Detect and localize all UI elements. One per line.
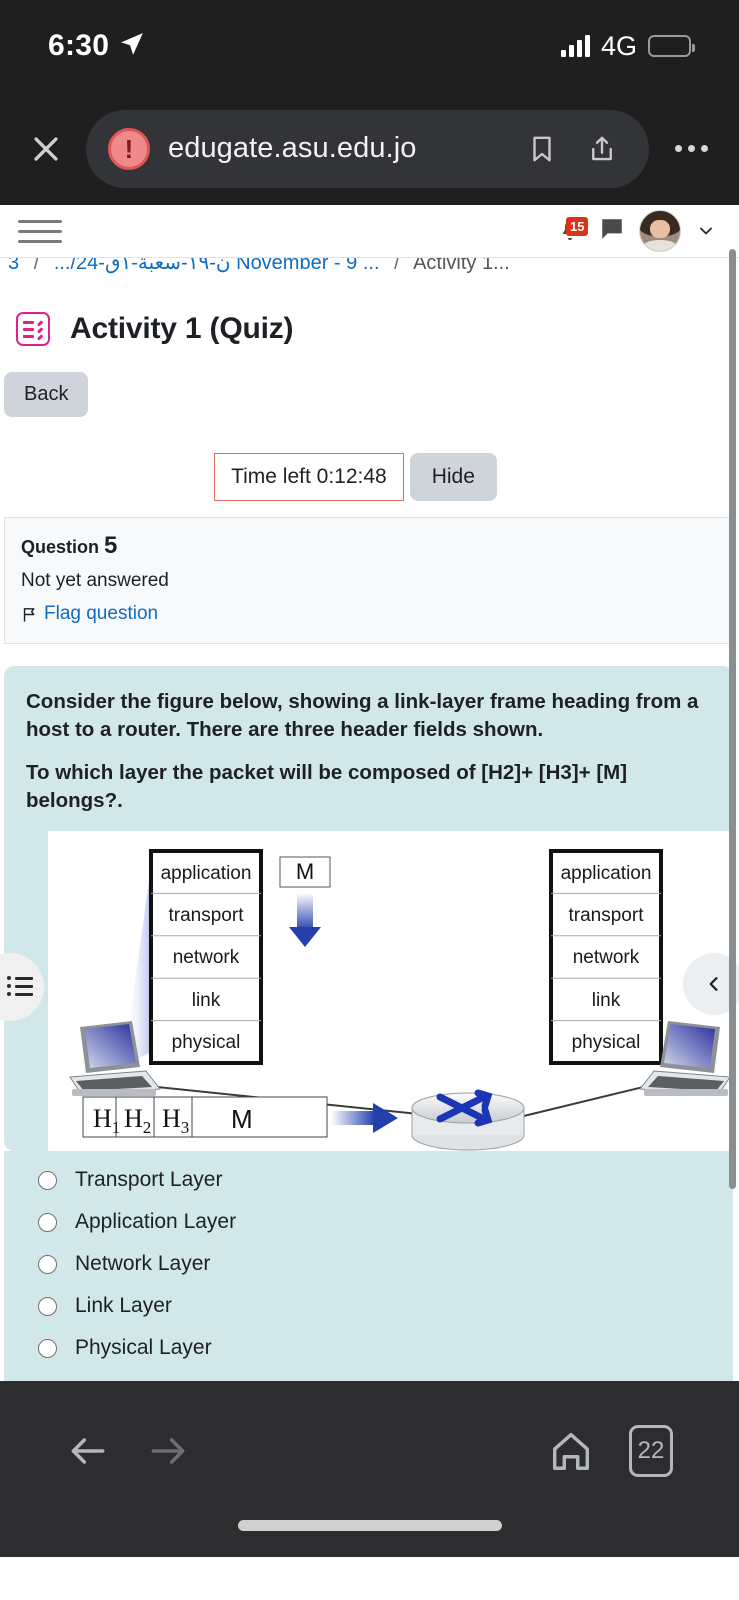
notification-badge: 15 [566, 217, 589, 236]
breadcrumb-item-course[interactable]: ن-١٩-سعبة-١ق-24/... [54, 258, 231, 274]
question-paragraph-2: To which layer the packet will be compos… [26, 760, 628, 812]
radio-button[interactable] [38, 1170, 57, 1190]
answer-option-network[interactable]: Network Layer [4, 1243, 733, 1285]
battery-icon [648, 35, 695, 57]
svg-text:network: network [573, 947, 640, 968]
answer-options: Transport Layer Application Layer Networ… [4, 1151, 733, 1381]
question-figure: application transport network link physi… [48, 831, 733, 1152]
flag-question-label: Flag question [44, 603, 159, 624]
list-icon [7, 976, 33, 997]
answer-label: Network Layer [75, 1252, 211, 1276]
svg-text:physical: physical [172, 1032, 241, 1053]
url-text: edugate.asu.edu.jo [168, 132, 417, 164]
svg-text:physical: physical [572, 1032, 641, 1053]
question-number: 5 [104, 532, 118, 559]
status-bar-right: 4G [560, 30, 695, 62]
avatar[interactable] [639, 210, 681, 252]
time-left-display: Time left 0:12:48 [214, 453, 404, 501]
question-state: Not yet answered [21, 570, 169, 591]
radio-button[interactable] [38, 1254, 57, 1274]
page-scrollbar[interactable] [729, 249, 736, 1189]
svg-text:link: link [192, 990, 221, 1011]
svg-text:M: M [231, 1104, 253, 1134]
bookmark-icon[interactable] [521, 128, 563, 170]
answer-option-link[interactable]: Link Layer [4, 1285, 733, 1327]
question-label: Question [21, 537, 100, 557]
answer-option-application[interactable]: Application Layer [4, 1201, 733, 1243]
web-page: 15 ن-١٩-سعبة-١ق-24/... / 3 November - 9 … [0, 205, 739, 1381]
site-header-actions: 15 [555, 210, 717, 252]
breadcrumb-separator: / [394, 257, 400, 274]
home-indicator [237, 1520, 502, 1531]
svg-text:M: M [296, 859, 314, 884]
radio-button[interactable] [38, 1296, 57, 1316]
flag-icon [23, 607, 35, 622]
home-icon[interactable] [531, 1421, 611, 1481]
question-body: Consider the figure below, showing a lin… [4, 666, 733, 1152]
page-title: Activity 1 (Quiz) [70, 312, 294, 345]
svg-text:transport: transport [169, 905, 245, 926]
bell-icon[interactable]: 15 [555, 215, 589, 247]
flag-question-link[interactable]: Flag question [21, 603, 716, 625]
down-arrow [289, 893, 321, 948]
svg-text:network: network [173, 947, 240, 968]
network-type-label: 4G [600, 30, 637, 61]
svg-text:link: link [592, 990, 621, 1011]
location-arrow-icon [119, 31, 145, 62]
page-content: Activity 1 (Quiz) Back Time left 0:12:48… [0, 284, 739, 1381]
tab-switcher-button[interactable]: 22 [611, 1421, 691, 1481]
answer-label: Link Layer [75, 1294, 172, 1318]
message-box: M [279, 856, 331, 888]
svg-text:transport: transport [569, 905, 645, 926]
warning-icon[interactable]: ! [108, 127, 150, 170]
browser-toolbar: ! edugate.asu.edu.jo [0, 92, 739, 205]
cellular-signal-icon [560, 35, 590, 57]
status-bar: 6:30 4G [0, 0, 739, 92]
answer-option-transport[interactable]: Transport Layer [4, 1159, 733, 1201]
tab-count: 22 [629, 1425, 673, 1477]
answer-option-physical[interactable]: Physical Layer [4, 1327, 733, 1369]
left-protocol-stack: application transport network link physi… [149, 849, 263, 1066]
frame-fields: H1 H2 H3 M [82, 1096, 328, 1138]
question-text: Consider the figure below, showing a lin… [26, 688, 711, 815]
breadcrumb-item-activity: Activity 1... [413, 257, 510, 274]
browser-bottom-bar: 22 [0, 1381, 739, 1557]
arrow-right-icon[interactable] [128, 1421, 208, 1481]
svg-text:application: application [161, 863, 252, 884]
hide-timer-button[interactable]: Hide [409, 453, 497, 501]
back-button[interactable]: Back [4, 372, 89, 417]
status-time: 6:30 [48, 29, 110, 62]
answer-label: Physical Layer [75, 1336, 212, 1360]
hamburger-menu-icon[interactable] [18, 211, 62, 251]
right-protocol-stack: application transport network link physi… [549, 849, 663, 1066]
answer-label: Application Layer [75, 1210, 237, 1234]
question-info-box: Question 5 Not yet answered Flag questio… [4, 517, 733, 644]
more-options-icon[interactable] [665, 145, 717, 152]
quiz-timer-row: Time left 0:12:48 Hide [0, 453, 739, 501]
site-header: 15 [0, 205, 739, 257]
url-bar[interactable]: ! edugate.asu.edu.jo [86, 109, 649, 188]
breadcrumb-separator: / [33, 257, 40, 274]
close-icon[interactable] [22, 125, 70, 173]
question-paragraph-1: Consider the figure below, showing a lin… [26, 690, 699, 742]
chevron-down-icon[interactable] [695, 220, 717, 242]
arrow-left-icon[interactable] [48, 1421, 128, 1481]
breadcrumb: ن-١٩-سعبة-١ق-24/... / 3 November - 9 ...… [0, 257, 739, 284]
chevron-left-icon [709, 977, 718, 991]
question-number-row: Question 5 [21, 532, 716, 560]
chat-bubble-icon[interactable] [599, 216, 625, 247]
protocol-stack-diagram: application transport network link physi… [69, 849, 731, 1151]
quiz-icon [16, 312, 50, 346]
status-bar-left: 6:30 [48, 29, 145, 63]
router-icon [411, 1089, 525, 1151]
share-icon[interactable] [581, 128, 623, 170]
radio-button[interactable] [38, 1212, 57, 1232]
answer-label: Transport Layer [75, 1168, 223, 1192]
radio-button[interactable] [38, 1338, 57, 1358]
page-title-row: Activity 1 (Quiz) [0, 284, 739, 346]
svg-text:application: application [561, 863, 652, 884]
